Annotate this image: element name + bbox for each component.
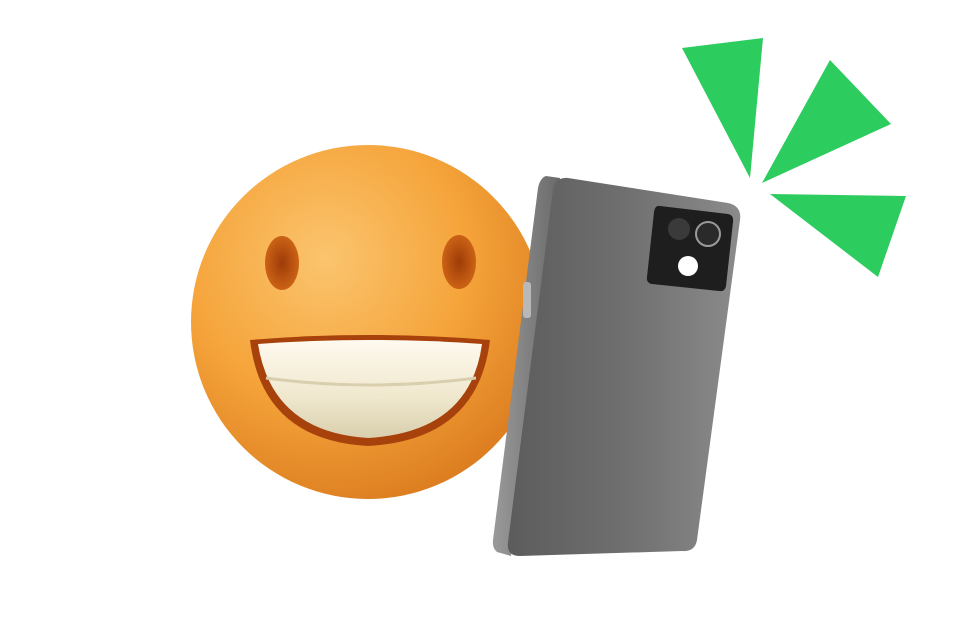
camera-module xyxy=(646,205,734,292)
smartphone-icon xyxy=(492,176,741,556)
side-button xyxy=(523,282,531,318)
grinning-face-icon xyxy=(191,145,545,499)
camera-flash-icon xyxy=(678,256,698,276)
burst-ray-right xyxy=(762,60,891,183)
camera-lens-icon xyxy=(668,218,690,240)
right-eye xyxy=(442,235,476,289)
burst-ray-top xyxy=(682,38,763,178)
left-eye xyxy=(265,236,299,290)
burst-ray-bottom xyxy=(770,194,906,277)
camera-lens-icon xyxy=(695,221,721,247)
illustration xyxy=(191,38,906,556)
